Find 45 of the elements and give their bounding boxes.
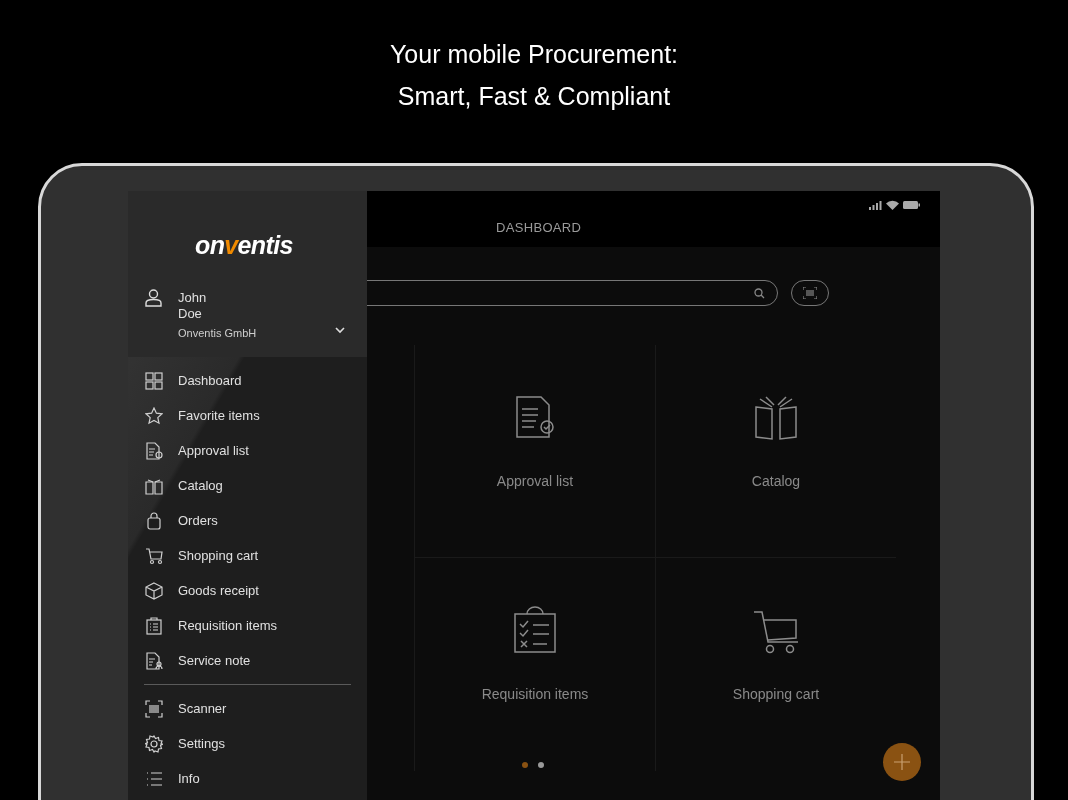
menu-item[interactable]: Catalog — [128, 468, 367, 503]
chevron-icon[interactable] — [335, 327, 345, 334]
bag-icon — [145, 511, 163, 530]
user-icon — [145, 289, 162, 307]
menu-item[interactable]: Scanner — [128, 691, 367, 726]
list-icon — [145, 769, 163, 788]
menu-item[interactable]: Settings — [128, 726, 367, 761]
menu-item[interactable]: Dashboard — [128, 363, 367, 398]
dashboard-tile[interactable]: Catalog — [655, 345, 896, 558]
search-icon — [754, 288, 765, 299]
document-person-icon — [145, 651, 163, 670]
menu-item[interactable]: Favorite items — [128, 398, 367, 433]
menu-item[interactable]: Requisition items — [128, 608, 367, 643]
dashboard-tile[interactable]: Approval list — [414, 345, 655, 558]
add-button[interactable] — [883, 743, 921, 781]
grid-icon — [145, 371, 163, 390]
menu-item[interactable]: Approval list — [128, 433, 367, 468]
menu-item[interactable]: Goods receipt — [128, 573, 367, 608]
document-check-icon — [145, 441, 163, 460]
user-last-name: Doe — [178, 305, 202, 323]
plus-icon — [894, 754, 910, 770]
book-icon — [145, 476, 163, 495]
clipboard-icon — [145, 616, 163, 635]
settings-icon — [145, 734, 163, 753]
menu-item[interactable]: Service note — [128, 643, 367, 678]
menu-item[interactable]: Shopping cart — [128, 538, 367, 573]
headline: Smart, Fast & Compliant — [397, 81, 671, 112]
company-name: Onventis GmbH — [178, 326, 257, 341]
star-icon — [145, 406, 163, 425]
menu-item[interactable]: Orders — [128, 503, 367, 538]
app-bar-title: DASHBOARD — [496, 219, 582, 237]
box-icon — [145, 581, 163, 600]
wifi-icon — [886, 200, 899, 210]
battery-icon — [903, 201, 920, 209]
signal-icon — [869, 201, 882, 210]
logo: onventis — [195, 230, 293, 261]
menu-item[interactable]: Info — [128, 761, 367, 796]
checklist-icon — [511, 606, 559, 656]
headline: Your mobile Procurement: — [389, 39, 679, 70]
cart-icon — [145, 546, 163, 565]
barcode-scan-icon — [145, 699, 163, 718]
barcode-scan-icon — [803, 287, 817, 299]
user-first-name: John — [178, 289, 207, 307]
book-icon — [752, 393, 800, 443]
dashboard-tile[interactable]: Requisition items — [414, 558, 655, 771]
